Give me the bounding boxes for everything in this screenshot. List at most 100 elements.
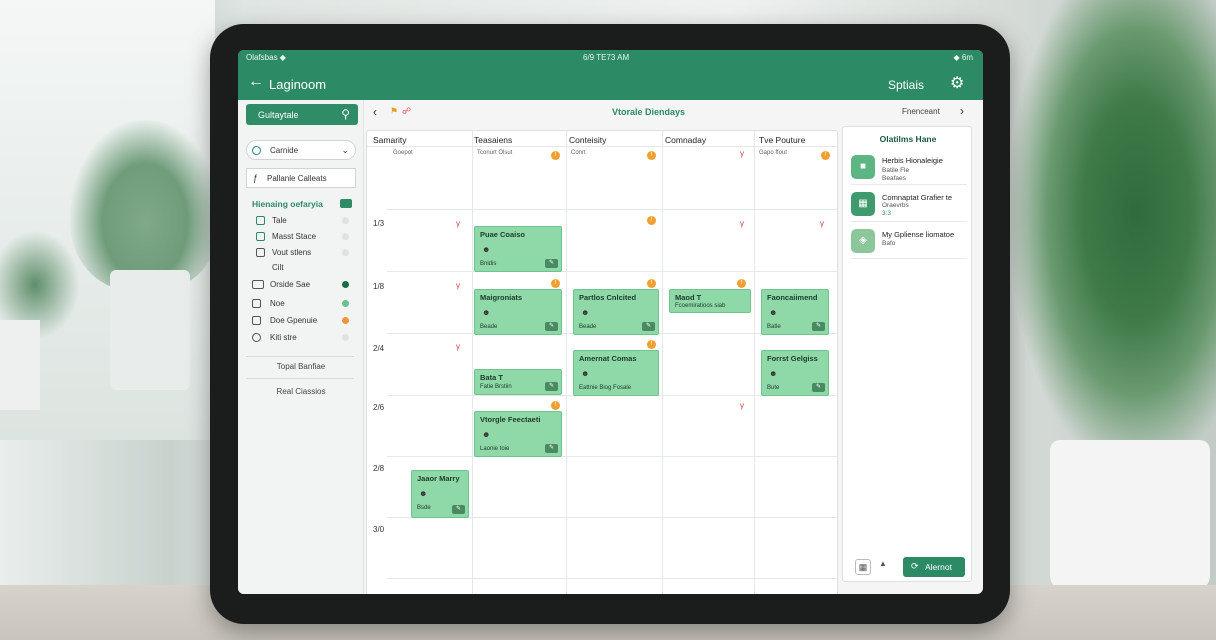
sidebar-filter-label: Pallanle Calleats [267,174,327,183]
right-panel: Olatilms Hane ■ Herbis Hionaleigie Batil… [842,126,972,582]
column-divider [662,131,663,594]
status-bar: Olafsbas ◆ 6/9 TE73 AM ◆ 6m [238,50,983,66]
calendar-event[interactable]: Amernat Comas ☻ Eattnie Biog Fosale [573,350,659,396]
tablet-screen: Olafsbas ◆ 6/9 TE73 AM ◆ 6m ← Laginoom S… [238,50,983,594]
comment-icon: ✎ [545,322,558,331]
panel-item-sub: Beafaes [882,175,906,182]
alert-button-label: Alernot [925,562,952,572]
calendar-range-label[interactable]: Fnenceant [902,107,940,116]
panel-list-item[interactable]: ■ Herbis Hionaleigie Batile Fle Beafaes [851,152,967,185]
sidebar-item-label: Orside Sae [270,280,311,289]
comment-icon: ✎ [642,322,655,331]
panel-list-item[interactable]: ◈ My Gpliense liomatoe Bafo [851,226,967,259]
row-label: 1/3 [373,219,385,228]
panel-item-name: My Gpliense liomatoe [882,230,955,239]
status-dot [342,217,349,224]
row-divider [387,456,837,457]
sidebar-item-label: Masst Stace [272,232,317,241]
link-icon[interactable]: ☍ [402,106,411,117]
flag-mark-icon: γ [456,281,460,290]
app-avatar-icon: ▦ [851,192,875,216]
alert-badge-icon: ! [551,279,560,288]
sidebar-filter[interactable]: ƒ Pallanle Calleats [246,168,356,188]
app-title: Laginoom [269,77,327,92]
calendar-event[interactable]: Faoncaiimend ☻ Batle ✎ [761,289,829,335]
options-button[interactable]: Sptiais [888,78,924,92]
chevron-left-icon[interactable]: ‹ [373,105,377,119]
row-divider [387,209,837,210]
event-subtitle: Eattnie Biog Fosale [579,385,632,391]
sidebar-select-value: Carnide [270,146,299,155]
sidebar-item-label: Cilt [272,263,284,272]
person-icon: ☻ [581,369,590,378]
event-subtitle: Bnldis [480,261,497,267]
checkbox-icon [252,316,261,325]
refresh-icon: ⟳ [911,561,919,571]
row-divider [387,271,837,272]
column-divider [566,131,567,594]
sidebar-item-label: Vout stlens [272,248,312,257]
event-subtitle: Laonie toie [480,446,510,452]
sidebar-select[interactable]: Carnide ⌄ [246,140,356,160]
event-title: Amernat Comas [579,354,637,363]
header-divider [367,146,837,147]
column-subheader: Conrt [571,150,586,156]
sidebar-item-label: Noe [270,299,285,308]
event-subtitle: Bute [767,385,780,391]
calendar-event[interactable]: Forrst Gelgiss ☻ Bute ✎ [761,350,829,396]
sidebar-item-label: Kiti stre [270,333,297,342]
alert-button[interactable]: ⟳ Alernot [903,557,965,577]
panel-item-sub: Batile Fle [882,167,910,174]
status-dot [342,281,349,288]
comment-icon: ✎ [452,505,465,514]
row-label: 2/8 [373,464,385,473]
calendar-event[interactable]: Jaaor Marry ☻ Bsde ✎ [411,470,469,518]
panel-item-sub: 3:3 [882,210,892,217]
chevron-right-icon[interactable]: › [960,104,964,118]
calendar-grid: Samarity Teasaiens Conteisity Comnaday T… [366,130,838,594]
gear-icon[interactable]: ⚙ [950,73,964,93]
status-dot [342,233,349,240]
calendar-event[interactable]: Bata T Fatie Brstiin ✎ [474,369,562,395]
calendar-event[interactable]: Puae Coaiso ☻ Bnldis ✎ [474,226,562,272]
flag-mark-icon: γ [740,401,744,410]
plant-left-decor [70,120,220,290]
event-title: Faoncaiimend [767,293,818,302]
row-label: 2/6 [373,403,385,412]
checkbox-icon [256,248,265,257]
calendar-event[interactable]: Partlos Cnlcited ☻ Beade ✎ [573,289,659,335]
calendar-icon [256,232,265,241]
event-subtitle: Fcoemiratioos siab [675,303,726,309]
pot-left-decor [110,270,190,390]
calendar-add-icon[interactable]: ▦ [855,559,871,575]
app-avatar-icon: ◈ [851,229,875,253]
row-divider [387,578,837,579]
flag-mark-icon: γ [740,219,744,228]
alert-badge-icon: ! [737,279,746,288]
person-icon: ☻ [482,308,491,317]
back-arrow-icon[interactable]: ← [248,73,264,91]
sidebar-search-button[interactable]: Gultaytale ⚲ [246,104,358,125]
alert-badge-icon: ! [647,151,656,160]
status-dot [342,300,349,307]
calendar-event[interactable]: Maigroniats ☻ Beade ✎ [474,289,562,335]
column-divider [472,131,473,594]
calendar-event[interactable]: Vtorgle Feectaeti ☻ Laonie toie ✎ [474,411,562,457]
calendar-event[interactable]: Maod T Fcoemiratioos siab [669,289,751,313]
event-subtitle: Fatie Brstiin [480,384,512,390]
person-icon: ☻ [769,369,778,378]
section-toggle[interactable] [340,199,352,208]
sidebar-item-label: Tale [272,216,287,225]
calendar: ‹ ⚑ ☍ Vtorale Diendays Samarity Teasaien… [366,100,838,594]
sidebar-link-real[interactable]: Real Ciassios [238,387,364,396]
flag-mark-icon: γ [820,219,824,228]
folder-icon [252,280,264,289]
status-dot [342,334,349,341]
panel-list-item[interactable]: ▦ Comnaptat Grafier te Oraevrbs 3:3 [851,189,967,222]
flag-icon[interactable]: ⚑ [390,106,398,117]
share-icon[interactable]: ▲ [879,559,887,568]
pot-left-small-decor [0,320,40,410]
panel-item-sub: Bafo [882,240,896,247]
sidebar-search-label: Gultaytale [258,110,299,120]
sidebar-link-topal[interactable]: Topal Banfiae [238,362,364,371]
